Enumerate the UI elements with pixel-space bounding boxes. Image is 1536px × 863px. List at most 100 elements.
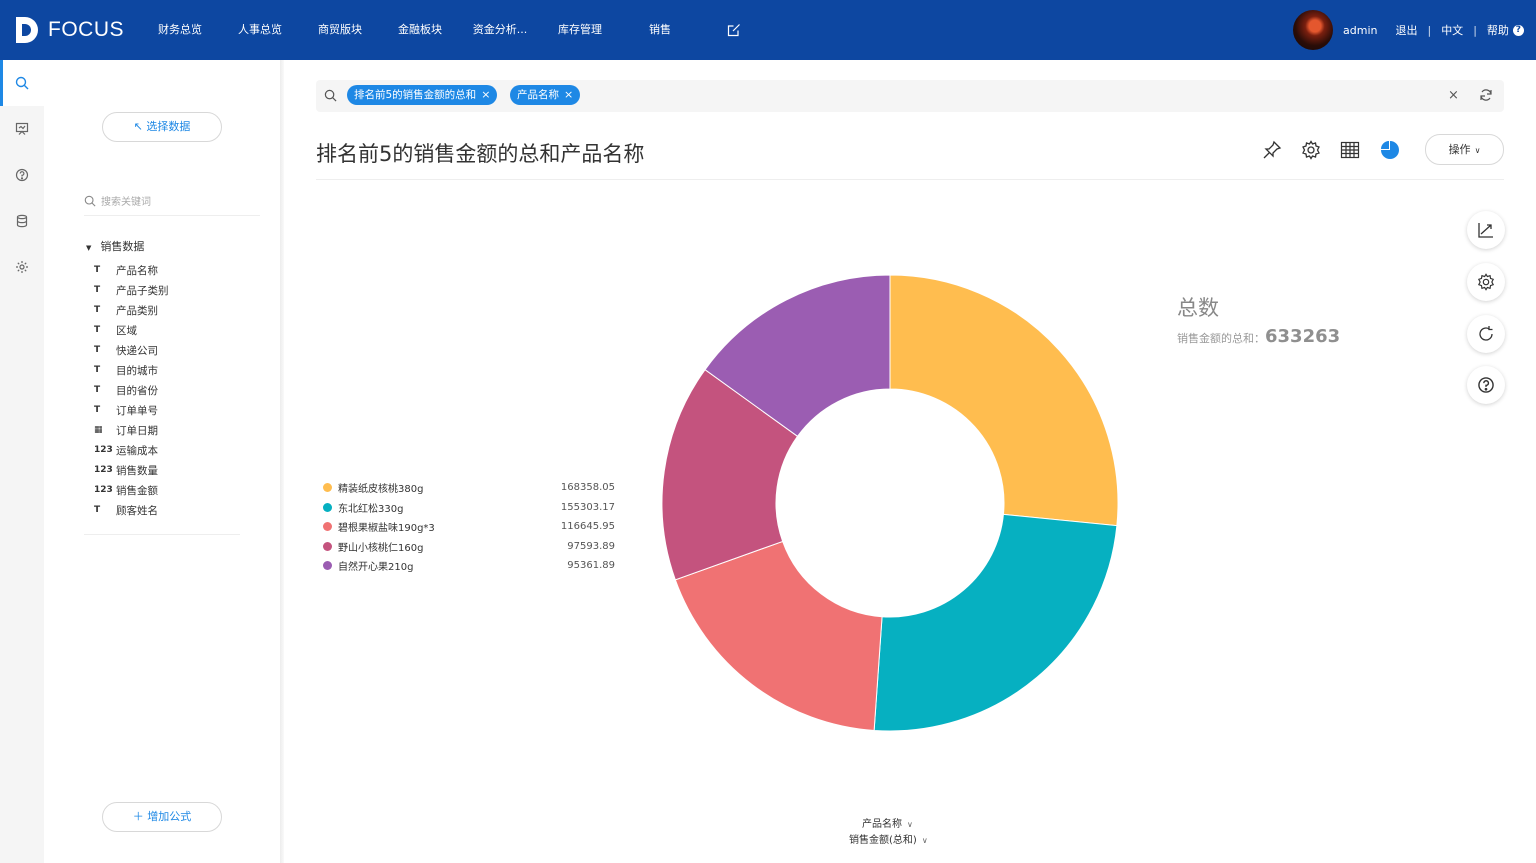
- legend-item[interactable]: 精装纸皮核桃380g 168358.05: [323, 478, 623, 498]
- nav-item-sales[interactable]: 销售: [620, 0, 700, 60]
- keyword-search-input[interactable]: 搜索关键词: [84, 186, 260, 216]
- legend-item[interactable]: 自然开心果210g 95361.89: [323, 556, 623, 576]
- chevron-down-icon: ∨: [1474, 146, 1481, 155]
- field-item[interactable]: ▦ 订单日期: [94, 420, 244, 440]
- rail-database[interactable]: [0, 198, 44, 244]
- caret-down-icon: ▼: [86, 244, 92, 252]
- number-type-icon: 123: [94, 445, 113, 455]
- rail-settings[interactable]: [0, 244, 44, 290]
- field-label: 销售数量: [116, 464, 158, 477]
- refresh-chart-button[interactable]: [1467, 315, 1505, 353]
- category-selector[interactable]: 产品名称 ∨: [862, 815, 913, 830]
- search-chip-dimension[interactable]: 产品名称 ×: [510, 85, 581, 105]
- table-icon[interactable]: [1338, 138, 1362, 162]
- text-type-icon: T: [94, 405, 101, 415]
- edit-icon[interactable]: [714, 0, 754, 60]
- help-link[interactable]: 帮助: [1487, 22, 1509, 38]
- avatar[interactable]: [1293, 10, 1333, 50]
- donut-slice[interactable]: [889, 274, 1119, 527]
- rail-search[interactable]: [0, 60, 44, 106]
- legend-label: 精装纸皮核桃380g: [338, 484, 424, 496]
- chip-remove-icon[interactable]: ×: [564, 88, 573, 101]
- settings-icon: [16, 261, 28, 273]
- field-item[interactable]: T 产品类别: [94, 300, 244, 320]
- main-nav: 财务总览 人事总览 商贸版块 金融板块 资金分析... 库存管理 销售: [140, 0, 754, 60]
- legend-item[interactable]: 东北红松330g 155303.17: [323, 498, 623, 518]
- chart-help-button[interactable]: [1467, 366, 1505, 404]
- donut-slice[interactable]: [873, 513, 1118, 732]
- text-type-icon: T: [94, 305, 101, 315]
- divider: |: [1473, 23, 1477, 37]
- field-label: 目的城市: [116, 364, 158, 377]
- field-item[interactable]: T 订单单号: [94, 400, 244, 420]
- pin-icon[interactable]: [1260, 138, 1284, 162]
- chart-settings-button[interactable]: [1467, 263, 1505, 301]
- database-icon: [16, 214, 28, 228]
- legend-swatch: [323, 561, 332, 571]
- chip-remove-icon[interactable]: ×: [481, 88, 490, 101]
- donut-slice[interactable]: [674, 540, 883, 731]
- panel-separator: [280, 60, 284, 863]
- rail-board[interactable]: [0, 106, 44, 152]
- field-item[interactable]: 123 销售数量: [94, 460, 244, 480]
- field-item[interactable]: T 快递公司: [94, 340, 244, 360]
- select-data-button[interactable]: ↖ 选择数据: [102, 112, 222, 142]
- field-item[interactable]: T 顾客姓名: [94, 500, 244, 520]
- pie-chart-icon[interactable]: [1378, 138, 1402, 162]
- field-item[interactable]: T 产品名称: [94, 260, 244, 280]
- text-type-icon: T: [94, 505, 101, 515]
- legend-swatch: [323, 502, 332, 512]
- rail-help[interactable]: [0, 152, 44, 198]
- legend-swatch: [323, 541, 332, 551]
- language-switch[interactable]: 中文: [1441, 22, 1463, 38]
- data-panel: ↖ 选择数据 搜索关键词 ▼ 销售数据 T 产品名称 T 产品子类别 T 产品类别 T 区域 T 快…: [44, 60, 280, 863]
- field-item[interactable]: 123 销售金额: [94, 480, 244, 500]
- legend-item[interactable]: 野山小核桃仁160g 97593.89: [323, 537, 623, 557]
- measure-selector[interactable]: 销售金额(总和) ∨: [849, 831, 928, 846]
- username[interactable]: admin: [1343, 24, 1377, 37]
- nav-item-inventory[interactable]: 库存管理: [540, 0, 620, 60]
- nav-item-hr[interactable]: 人事总览: [220, 0, 300, 60]
- logout-link[interactable]: 退出: [1395, 22, 1417, 38]
- field-label: 快递公司: [116, 344, 158, 357]
- operations-dropdown[interactable]: 操作 ∨: [1425, 134, 1504, 165]
- field-label: 销售金额: [116, 484, 158, 497]
- user-menu: admin 退出 | 中文 | 帮助 ?: [1343, 0, 1524, 60]
- nav-item-trade[interactable]: 商贸版块: [300, 0, 380, 60]
- tree-root-sales[interactable]: ▼ 销售数据: [86, 238, 144, 254]
- axis-toggle-button[interactable]: [1467, 211, 1505, 249]
- field-item[interactable]: 123 运输成本: [94, 440, 244, 460]
- help-icon: [15, 168, 29, 182]
- gear-icon: [1477, 273, 1495, 291]
- donut-slice[interactable]: [704, 274, 891, 438]
- legend-label: 野山小核桃仁160g: [338, 542, 424, 554]
- divider: [84, 534, 240, 535]
- nav-item-finance[interactable]: 财务总览: [140, 0, 220, 60]
- field-item[interactable]: T 产品子类别: [94, 280, 244, 300]
- search-chip-measure[interactable]: 排名前5的销售金额的总和 ×: [347, 85, 498, 105]
- field-item[interactable]: T 目的省份: [94, 380, 244, 400]
- top-navbar: FOCUS 财务总览 人事总览 商贸版块 金融板块 资金分析... 库存管理 销…: [0, 0, 1536, 60]
- text-type-icon: T: [94, 325, 101, 335]
- legend-swatch: [323, 522, 332, 532]
- donut-slice[interactable]: [661, 368, 799, 581]
- app-logo[interactable]: FOCUS: [14, 14, 124, 46]
- chart-legend: 精装纸皮核桃380g 168358.05 东北红松330g 155303.17 碧根果椒…: [323, 478, 623, 576]
- chevron-down-icon: ∨: [921, 836, 928, 845]
- field-item[interactable]: T 区域: [94, 320, 244, 340]
- refresh-icon[interactable]: [1479, 88, 1493, 102]
- legend-label: 东北红松330g: [338, 503, 404, 515]
- clear-search-icon[interactable]: ×: [1448, 88, 1459, 103]
- field-label: 运输成本: [116, 444, 158, 457]
- add-formula-button[interactable]: ＋ 增加公式: [102, 802, 222, 832]
- search-bar[interactable]: 排名前5的销售金额的总和 × 产品名称 × ×: [316, 80, 1504, 112]
- field-label: 产品子类别: [116, 284, 169, 297]
- help-dot-icon[interactable]: ?: [1512, 24, 1524, 36]
- gear-icon[interactable]: [1299, 138, 1323, 162]
- axis-icon: [1478, 223, 1493, 238]
- nav-item-capital[interactable]: 资金分析...: [460, 0, 540, 60]
- legend-item[interactable]: 碧根果椒盐味190g*3 116645.95: [323, 517, 623, 537]
- logo-text: FOCUS: [48, 18, 124, 41]
- field-item[interactable]: T 目的城市: [94, 360, 244, 380]
- nav-item-banking[interactable]: 金融板块: [380, 0, 460, 60]
